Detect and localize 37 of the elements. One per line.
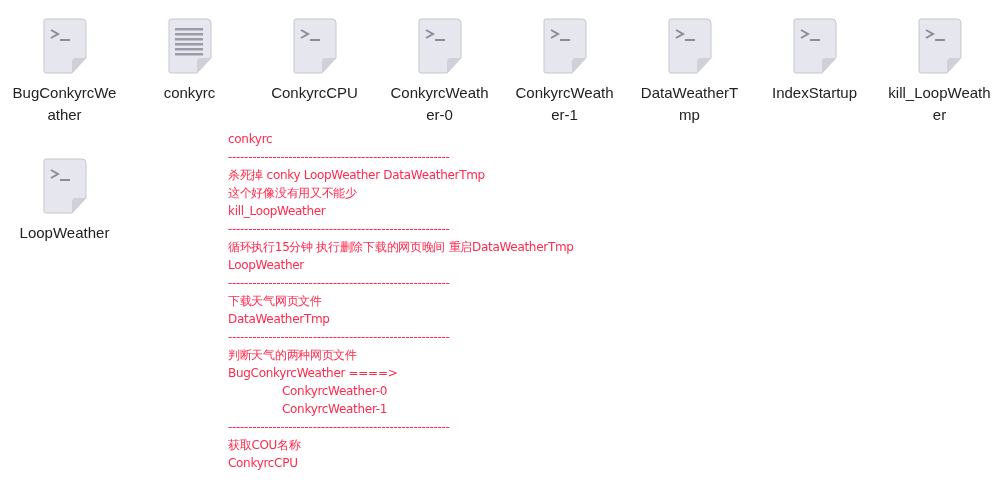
note-text: kill_LoopWeather bbox=[228, 203, 327, 220]
file-name[interactable]: LoopWeather bbox=[12, 222, 117, 244]
note-text: 杀死掉 conky LoopWeather DataWeatherTmp bbox=[228, 167, 486, 184]
file-name[interactable]: BugConkyrcWeather bbox=[12, 82, 117, 126]
note-text: 这个好像没有用又不能少 bbox=[228, 185, 358, 202]
text-file-icon bbox=[165, 18, 214, 75]
note-text: LoopWeather bbox=[228, 257, 306, 274]
note-text: 下载天气网页文件 bbox=[228, 293, 323, 310]
file-name[interactable]: kill_LoopWeather bbox=[887, 82, 992, 126]
file-name[interactable]: ConkyrcWeather-0 bbox=[387, 82, 492, 126]
file-name[interactable]: ConkyrcWeather-1 bbox=[512, 82, 617, 126]
file-name[interactable]: ConkyrcCPU bbox=[262, 82, 367, 104]
script-file-icon bbox=[915, 18, 964, 75]
note-text: DataWeatherTmp bbox=[228, 311, 331, 328]
note-text: ConkyrcWeather-0 bbox=[281, 383, 389, 400]
file-name[interactable]: IndexStartup bbox=[762, 82, 867, 104]
script-file-icon bbox=[290, 18, 339, 75]
note-text: ConkyrcWeather-1 bbox=[281, 401, 389, 418]
script-file-icon bbox=[415, 18, 464, 75]
script-file-icon bbox=[665, 18, 714, 75]
script-file-icon bbox=[40, 18, 89, 75]
note-text: ------------------------------------------------------- bbox=[228, 329, 451, 346]
note-text: conkyrc bbox=[228, 131, 274, 148]
script-file-icon bbox=[40, 158, 89, 215]
script-file-icon bbox=[790, 18, 839, 75]
script-file-icon bbox=[540, 18, 589, 75]
note-text: ------------------------------------------------------- bbox=[228, 149, 451, 166]
note-text: 循环执行15分钟 执行删除下载的网页晚间 重启DataWeatherTmp bbox=[228, 239, 574, 256]
note-text: ConkyrcCPU bbox=[228, 455, 299, 472]
note-text: BugConkyrcWeather ====> bbox=[228, 365, 399, 382]
note-text: 判断天气的两种网页文件 bbox=[228, 347, 358, 364]
note-text: ------------------------------------------------------- bbox=[228, 221, 451, 238]
note-text: 获取COU名称 bbox=[228, 437, 302, 454]
file-name[interactable]: conkyrc bbox=[137, 82, 242, 104]
note-text: ------------------------------------------------------- bbox=[228, 275, 451, 292]
file-name[interactable]: DataWeatherTmp bbox=[637, 82, 742, 126]
note-text: ------------------------------------------------------- bbox=[228, 419, 451, 436]
